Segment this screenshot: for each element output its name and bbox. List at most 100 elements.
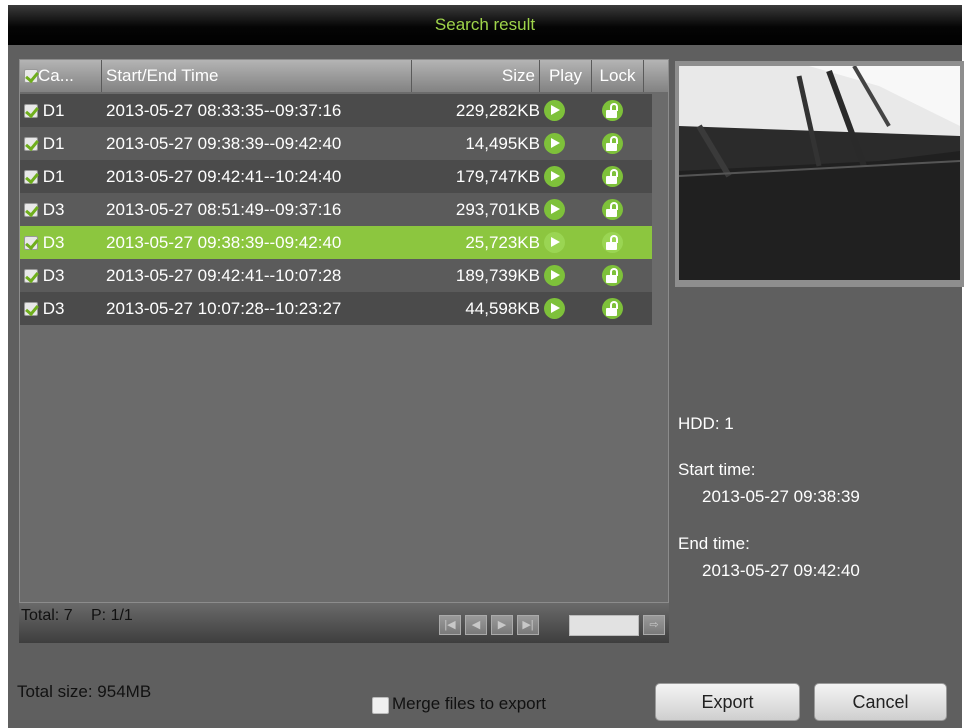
- row-lock-cell: [602, 259, 630, 292]
- play-icon[interactable]: [544, 232, 565, 253]
- table-row[interactable]: D1 2013-05-27 08:33:35--09:37:16 229,282KB: [20, 94, 652, 127]
- row-time: 2013-05-27 08:33:35--09:37:16: [106, 101, 342, 120]
- row-play-cell: [544, 193, 572, 226]
- preview-image: [679, 66, 960, 280]
- row-play-cell: [544, 259, 572, 292]
- play-icon[interactable]: [544, 199, 565, 220]
- last-page-icon[interactable]: ▶|: [517, 615, 539, 635]
- first-page-icon[interactable]: |◀: [439, 615, 461, 635]
- row-camera-cell: D1: [24, 160, 102, 193]
- row-size: 44,598KB: [465, 299, 540, 318]
- row-time: 2013-05-27 10:07:28--10:23:27: [106, 299, 342, 318]
- row-play-cell: [544, 94, 572, 127]
- start-time-label: Start time:: [678, 460, 756, 479]
- row-size: 179,747KB: [455, 167, 540, 186]
- row-camera: D1: [42, 167, 65, 186]
- previous-page-icon[interactable]: ◀: [465, 615, 487, 635]
- column-header-lock: Lock: [592, 60, 644, 92]
- row-size: 229,282KB: [455, 101, 540, 120]
- row-play-cell: [544, 160, 572, 193]
- dialog-title: Search result: [8, 5, 962, 45]
- end-time-label: End time:: [678, 534, 750, 553]
- row-time: 2013-05-27 09:38:39--09:42:40: [106, 134, 342, 153]
- row-time: 2013-05-27 09:42:41--10:24:40: [106, 167, 342, 186]
- file-list-header: Ca... Start/End Time Size Play Lock: [20, 60, 668, 92]
- unlock-icon[interactable]: [602, 133, 623, 154]
- next-page-icon[interactable]: ▶: [491, 615, 513, 635]
- table-row[interactable]: D3 2013-05-27 08:51:49--09:37:16 293,701KB: [20, 193, 652, 226]
- row-camera: D1: [42, 134, 65, 153]
- export-button[interactable]: Export: [655, 683, 800, 721]
- merge-files-label: Merge files to export: [392, 694, 547, 713]
- row-camera-cell: D1: [24, 94, 102, 127]
- table-row[interactable]: D3 2013-05-27 10:07:28--10:23:27 44,598KB: [20, 292, 652, 325]
- select-all-checkbox[interactable]: [24, 69, 38, 83]
- row-lock-cell: [602, 292, 630, 325]
- total-size-label: Total size: 954MB: [17, 682, 152, 701]
- play-icon[interactable]: [544, 166, 565, 187]
- row-checkbox[interactable]: [24, 269, 38, 283]
- row-time: 2013-05-27 08:51:49--09:37:16: [106, 200, 342, 219]
- unlock-icon[interactable]: [602, 298, 623, 319]
- row-camera-cell: D3: [24, 259, 102, 292]
- file-list-rows: D1 2013-05-27 08:33:35--09:37:16 229,282KB…: [20, 94, 652, 325]
- play-icon[interactable]: [544, 100, 565, 121]
- column-label-camera: Ca...: [38, 66, 74, 85]
- row-size: 189,739KB: [455, 266, 540, 285]
- pager-bar: Total: 7 P: 1/1 |◀ ◀ ▶ ▶| ⇨: [19, 603, 669, 643]
- row-size: 14,495KB: [465, 134, 540, 153]
- row-play-cell: [544, 127, 572, 160]
- table-row[interactable]: D3 2013-05-27 09:42:41--10:07:28 189,739KB: [20, 259, 652, 292]
- column-header-size[interactable]: Size: [412, 60, 540, 92]
- video-preview: [679, 66, 960, 280]
- row-lock-cell: [602, 127, 630, 160]
- start-time-value: 2013-05-27 09:38:39: [702, 487, 860, 506]
- play-icon[interactable]: [544, 265, 565, 286]
- column-header-camera[interactable]: Ca...: [20, 60, 102, 92]
- unlock-icon[interactable]: [602, 100, 623, 121]
- row-lock-cell: [602, 226, 630, 259]
- unlock-icon[interactable]: [602, 265, 623, 286]
- row-play-cell: [544, 226, 572, 259]
- play-icon[interactable]: [544, 298, 565, 319]
- row-play-cell: [544, 292, 572, 325]
- table-row[interactable]: D1 2013-05-27 09:38:39--09:42:40 14,495KB: [20, 127, 652, 160]
- row-lock-cell: [602, 94, 630, 127]
- row-checkbox[interactable]: [24, 302, 38, 316]
- play-icon[interactable]: [544, 133, 565, 154]
- row-checkbox[interactable]: [24, 137, 38, 151]
- column-header-time[interactable]: Start/End Time: [102, 60, 412, 92]
- column-header-play: Play: [540, 60, 592, 92]
- row-camera-cell: D3: [24, 292, 102, 325]
- row-lock-cell: [602, 193, 630, 226]
- row-camera: D3: [42, 200, 65, 219]
- pager-page: P: 1/1: [91, 607, 133, 624]
- row-time: 2013-05-27 09:38:39--09:42:40: [106, 233, 342, 252]
- row-camera: D3: [42, 266, 65, 285]
- page-number-input[interactable]: [569, 615, 639, 636]
- row-checkbox[interactable]: [24, 104, 38, 118]
- hdd-info: HDD: 1: [678, 414, 734, 433]
- unlock-icon[interactable]: [602, 199, 623, 220]
- end-time-value: 2013-05-27 09:42:40: [702, 561, 860, 580]
- file-list-panel: Ca... Start/End Time Size Play Lock D1 20…: [19, 59, 669, 603]
- table-row[interactable]: D1 2013-05-27 09:42:41--10:24:40 179,747KB: [20, 160, 652, 193]
- row-checkbox[interactable]: [24, 236, 38, 250]
- row-lock-cell: [602, 160, 630, 193]
- pager-total: Total: 7: [21, 607, 73, 624]
- row-camera-cell: D3: [24, 226, 102, 259]
- cancel-button[interactable]: Cancel: [814, 683, 947, 721]
- merge-files-checkbox[interactable]: [372, 697, 389, 714]
- search-result-dialog: Search result Ca... Start/End Time Size …: [8, 5, 964, 728]
- row-checkbox[interactable]: [24, 170, 38, 184]
- unlock-icon[interactable]: [602, 232, 623, 253]
- row-camera-cell: D3: [24, 193, 102, 226]
- row-size: 25,723KB: [465, 233, 540, 252]
- row-size: 293,701KB: [455, 200, 540, 219]
- unlock-icon[interactable]: [602, 166, 623, 187]
- row-checkbox[interactable]: [24, 203, 38, 217]
- row-camera: D1: [42, 101, 65, 120]
- table-row[interactable]: D3 2013-05-27 09:38:39--09:42:40 25,723KB: [20, 226, 652, 259]
- go-page-icon[interactable]: ⇨: [643, 615, 665, 635]
- row-camera-cell: D1: [24, 127, 102, 160]
